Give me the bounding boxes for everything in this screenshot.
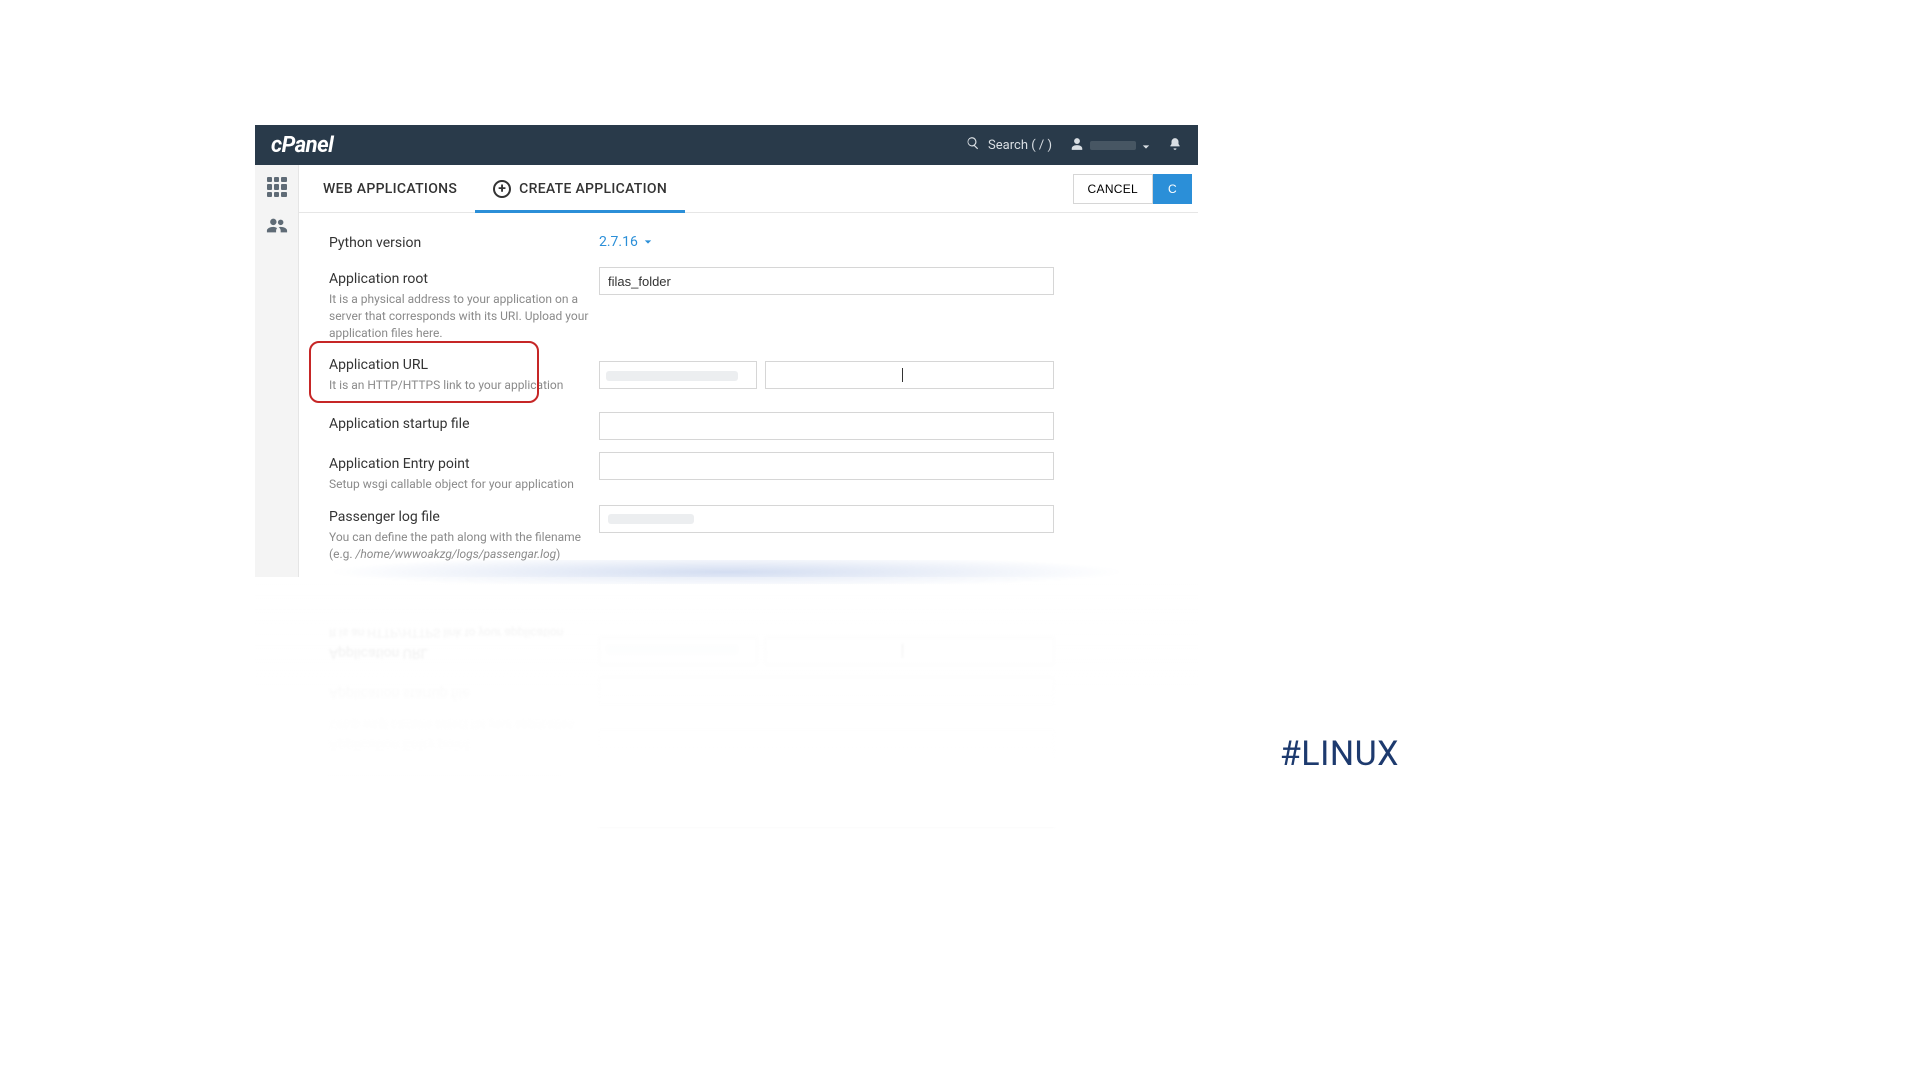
tab-create-application[interactable]: + CREATE APPLICATION: [475, 165, 685, 212]
input-app-root[interactable]: [599, 267, 1054, 295]
desc-passenger-log: You can define the path along with the f…: [329, 529, 599, 563]
chevron-down-icon: [644, 234, 652, 250]
create-button[interactable]: C: [1153, 174, 1192, 204]
reflection-fade: [255, 577, 1198, 827]
username-redacted: [1090, 141, 1136, 150]
reflection-decor: Passenger log file You can define the pa…: [255, 577, 1198, 827]
cancel-button[interactable]: CANCEL: [1073, 174, 1153, 204]
sidebar: [255, 165, 299, 577]
cpanel-logo: cPanel: [271, 133, 333, 158]
label-startup-file: Application startup file: [329, 416, 599, 432]
bell-icon[interactable]: [1168, 136, 1182, 155]
tab-web-applications[interactable]: WEB APPLICATIONS: [305, 165, 475, 212]
row-startup-file: Application startup file: [329, 412, 1168, 440]
tab-actions: CANCEL C: [1073, 174, 1192, 204]
app-url-input-group: [599, 361, 1054, 389]
topbar-right: Search ( / ): [966, 136, 1182, 155]
label-entry-point: Application Entry point: [329, 456, 599, 472]
search-icon: [966, 136, 980, 154]
row-app-root: Application root It is a physical addres…: [329, 267, 1168, 341]
desc-app-url: It is an HTTP/HTTPS link to your applica…: [329, 377, 599, 394]
text-cursor-icon: [902, 368, 903, 382]
main-panel: WEB APPLICATIONS + CREATE APPLICATION CA…: [299, 165, 1198, 577]
search-wrap[interactable]: Search ( / ): [966, 136, 1052, 154]
cpanel-window: cPanel Search ( / ): [255, 125, 1198, 577]
tabs-bar: WEB APPLICATIONS + CREATE APPLICATION CA…: [299, 165, 1198, 213]
label-app-url: Application URL: [329, 357, 599, 373]
row-entry-point: Application Entry point Setup wsgi calla…: [329, 452, 1168, 493]
app-url-domain-select[interactable]: [599, 361, 757, 389]
apps-grid-icon[interactable]: [267, 177, 287, 197]
user-icon: [1070, 136, 1084, 155]
desc-entry-point: Setup wsgi callable object for your appl…: [329, 476, 599, 493]
row-app-url: Application URL It is an HTTP/HTTPS link…: [329, 353, 1168, 394]
input-passenger-log[interactable]: [599, 505, 1054, 533]
label-python-version: Python version: [329, 235, 599, 251]
label-passenger-log: Passenger log file: [329, 509, 599, 525]
plus-circle-icon: +: [493, 180, 511, 198]
users-icon[interactable]: [266, 217, 288, 239]
tab-create-application-label: CREATE APPLICATION: [519, 181, 667, 197]
form-area: Python version 2.7.16 Application root: [299, 213, 1198, 577]
row-python-version: Python version 2.7.16: [329, 231, 1168, 255]
hashtag-linux: #LINUX: [1280, 734, 1399, 774]
content-wrap: WEB APPLICATIONS + CREATE APPLICATION CA…: [255, 165, 1198, 577]
desc-app-root: It is a physical address to your applica…: [329, 291, 599, 341]
python-version-dropdown[interactable]: 2.7.16: [599, 234, 652, 250]
search-placeholder: Search ( / ): [988, 138, 1052, 153]
top-bar: cPanel Search ( / ): [255, 125, 1198, 165]
input-startup-file[interactable]: [599, 412, 1054, 440]
chevron-down-icon: [1142, 136, 1150, 155]
tab-web-applications-label: WEB APPLICATIONS: [323, 181, 457, 197]
row-passenger-log: Passenger log file You can define the pa…: [329, 505, 1168, 563]
label-app-root: Application root: [329, 271, 599, 287]
input-entry-point[interactable]: [599, 452, 1054, 480]
python-version-value: 2.7.16: [599, 234, 638, 250]
app-url-path-input[interactable]: [765, 361, 1054, 389]
user-menu[interactable]: [1070, 136, 1150, 155]
